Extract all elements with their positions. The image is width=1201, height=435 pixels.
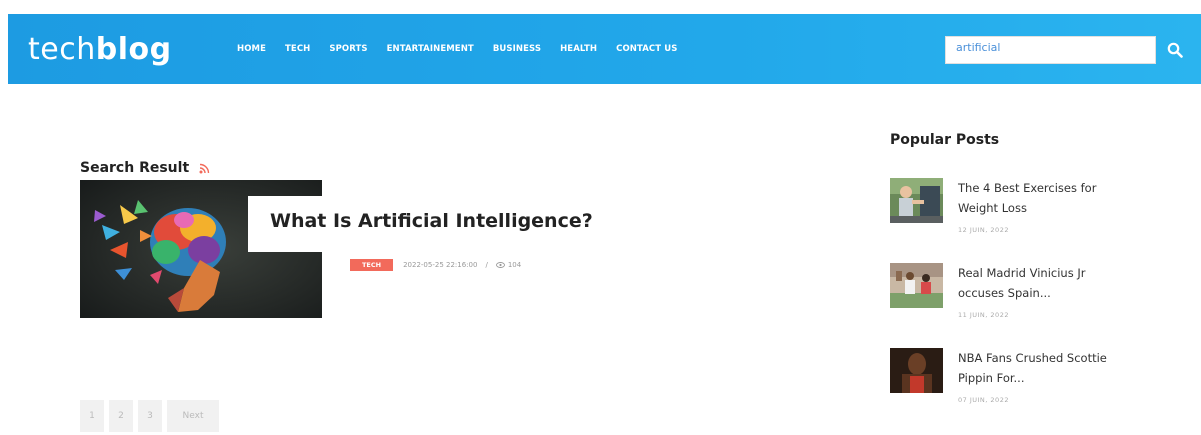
nav-item-business[interactable]: BUSINESS — [493, 44, 541, 54]
rss-icon[interactable] — [199, 163, 210, 174]
basketball-player-image — [890, 348, 943, 393]
nav-item-health[interactable]: HEALTH — [560, 44, 597, 54]
popular-post-item[interactable]: Real Madrid Vinicius Jr occuses Spain...… — [890, 263, 1130, 333]
popular-post-item[interactable]: NBA Fans Crushed Scottie Pippin For... 0… — [890, 348, 1130, 418]
nav-item-tech[interactable]: TECH — [285, 44, 310, 54]
popular-post-item[interactable]: The 4 Best Exercises for Weight Loss 12 … — [890, 178, 1130, 248]
nav-item-home[interactable]: HOME — [237, 44, 266, 54]
post-date: 2022-05-25 22:16:00 — [403, 261, 478, 269]
popular-post-date: 12 JUIN, 2022 — [958, 226, 1009, 234]
search-button[interactable] — [1161, 36, 1189, 64]
site-header: techblog HOME TECH SPORTS ENTARTAINEMENT… — [0, 0, 1201, 98]
post-title-box: What Is Artificial Intelligence? — [248, 196, 620, 252]
football-image — [890, 263, 943, 308]
post-meta: TECH 2022-05-25 22:16:00 / 104 — [350, 259, 521, 271]
popular-post-title[interactable]: The 4 Best Exercises for Weight Loss — [958, 178, 1130, 218]
popular-post-thumbnail[interactable] — [890, 263, 943, 308]
nav-item-contact[interactable]: CONTACT US — [616, 44, 677, 54]
eye-icon — [495, 262, 505, 268]
exercise-image — [890, 178, 943, 223]
section-title: Search Result — [80, 160, 210, 176]
site-logo[interactable]: techblog — [28, 32, 172, 67]
category-tag[interactable]: TECH — [350, 259, 394, 271]
nav-item-entertainment[interactable]: ENTARTAINEMENT — [387, 44, 474, 54]
next-page-button[interactable]: Next — [167, 400, 219, 432]
popular-post-title[interactable]: NBA Fans Crushed Scottie Pippin For... — [958, 348, 1130, 388]
pagination: 1 2 3 Next — [80, 400, 219, 432]
search-result-card: What Is Artificial Intelligence? TECH 20… — [80, 180, 620, 320]
search-input[interactable]: artificial — [945, 36, 1156, 64]
popular-posts-title: Popular Posts — [890, 132, 1000, 148]
page-2-button[interactable]: 2 — [109, 400, 133, 432]
popular-post-date: 11 JUIN, 2022 — [958, 311, 1009, 319]
popular-post-date: 07 JUIN, 2022 — [958, 396, 1009, 404]
popular-post-thumbnail[interactable] — [890, 348, 943, 393]
popular-post-thumbnail[interactable] — [890, 178, 943, 223]
header-bar: techblog HOME TECH SPORTS ENTARTAINEMENT… — [8, 14, 1201, 84]
search-icon — [1167, 42, 1183, 58]
meta-separator: / — [485, 261, 488, 269]
logo-light-text: tech — [28, 32, 96, 67]
post-views: 104 — [495, 261, 522, 269]
section-title-text: Search Result — [80, 160, 190, 176]
views-count: 104 — [507, 261, 522, 269]
nav-item-sports[interactable]: SPORTS — [329, 44, 367, 54]
post-title[interactable]: What Is Artificial Intelligence? — [270, 210, 620, 232]
logo-bold-text: blog — [95, 32, 172, 67]
popular-post-title[interactable]: Real Madrid Vinicius Jr occuses Spain... — [958, 263, 1130, 303]
page-3-button[interactable]: 3 — [138, 400, 162, 432]
page-1-button[interactable]: 1 — [80, 400, 104, 432]
main-nav: HOME TECH SPORTS ENTARTAINEMENT BUSINESS… — [237, 44, 696, 54]
